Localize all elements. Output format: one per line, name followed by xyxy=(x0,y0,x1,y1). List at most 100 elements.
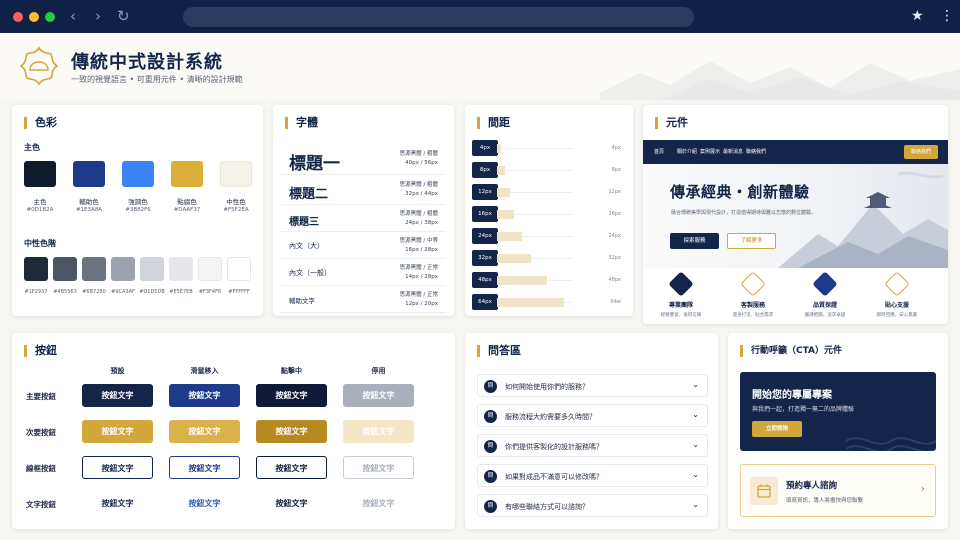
sample-button[interactable]: 按鈕文字 xyxy=(256,492,327,515)
typography-row: 內文（一般） 思源黑體 / 正常 14px / 28px xyxy=(281,259,446,286)
sample-button[interactable]: 按鈕文字 xyxy=(82,492,153,515)
mountain-decoration xyxy=(600,61,960,100)
faq-item[interactable]: 問如果對成品不滿意可以修改嗎？ ⌄ xyxy=(477,464,708,487)
faq-question: 你們提供客製化的設計服務嗎？ xyxy=(505,443,603,451)
back-arrow-icon[interactable]: ‹ xyxy=(70,8,76,24)
faq-item[interactable]: 問服務流程大約需要多久時間？ ⌄ xyxy=(477,404,708,427)
spacing-bar xyxy=(497,254,531,263)
typography-sample: 標題三 xyxy=(289,216,319,228)
sample-button[interactable]: 按鈕文字 xyxy=(82,384,153,407)
primary-colors-label: 主色 xyxy=(24,143,40,152)
sample-button[interactable]: 按鈕文字 xyxy=(169,420,240,443)
faq-question: 如果對成品不滿意可以修改嗎？ xyxy=(505,473,603,481)
close-window-dot[interactable] xyxy=(13,12,23,22)
cta-dark-title: 開始您的專屬專案 xyxy=(752,390,832,401)
bookmark-star-icon[interactable]: ★ xyxy=(911,8,924,24)
preview-nav-item[interactable]: 關於介紹 xyxy=(677,148,697,155)
preview-contact-button[interactable]: 聯絡我們 xyxy=(904,145,938,159)
feature-item: 貼心支援 即時回應，安心無憂 xyxy=(867,271,927,318)
minimize-window-dot[interactable] xyxy=(29,12,39,22)
booking-card[interactable]: 預約專人諮詢 填寫資訊，專人將盡快與您聯繫 › xyxy=(740,464,936,517)
spacing-value: 24px xyxy=(608,233,622,239)
typography-size: 12px / 20px xyxy=(405,300,438,307)
sample-button[interactable]: 按鈕文字 xyxy=(169,456,240,479)
feature-desc: 經驗豐富，值得信賴 xyxy=(660,313,702,318)
neutral-swatch xyxy=(198,257,222,281)
sample-button[interactable]: 按鈕文字 xyxy=(256,456,327,479)
cta-dark-card: 開始您的專屬專案 與我們一起，打造獨一無二的品牌體驗 立即諮詢 xyxy=(740,372,936,451)
faq-item[interactable]: 問如何開始使用你們的服務？ ⌄ xyxy=(477,374,708,397)
spacing-token: 12px xyxy=(472,184,498,200)
explore-services-button[interactable]: 探索服務 xyxy=(670,233,719,249)
feature-icon xyxy=(740,271,766,297)
typography-meta: 思源黑體 / 正常 14px / 28px xyxy=(400,264,438,282)
address-bar[interactable] xyxy=(183,7,694,27)
spacing-token: 16px xyxy=(472,206,498,222)
maximize-window-dot[interactable] xyxy=(45,12,55,22)
neutral-hex: #D1D5DB xyxy=(139,289,165,295)
typography-size: 40px / 56px xyxy=(405,159,438,166)
learn-more-button[interactable]: 了解更多 xyxy=(727,233,776,249)
sample-button[interactable]: 按鈕文字 xyxy=(82,456,153,479)
spacing-value: 8px xyxy=(611,167,621,173)
chevron-down-icon: ⌄ xyxy=(692,440,699,449)
forward-arrow-icon[interactable]: › xyxy=(95,8,101,24)
color-hex: #1E3A8A xyxy=(75,207,103,213)
sample-button[interactable]: 按鈕文字 xyxy=(169,492,240,515)
neutral-swatch xyxy=(24,257,48,281)
preview-nav-item[interactable]: 首頁 xyxy=(654,148,664,155)
preview-nav-item[interactable]: 案例展示 xyxy=(700,148,720,155)
components-panel: 元件 首頁 關於介紹 案例展示 最新消息 聯絡我們 聯絡我們 傳承經典・創新體驗 融合傳… xyxy=(643,105,948,324)
neutral-hex: #4B5563 xyxy=(53,289,77,295)
typography-meta: 思源黑體 / 粗體 40px / 56px xyxy=(400,150,438,168)
components-title: 元件 xyxy=(655,117,688,129)
typography-meta: 思源黑體 / 粗體 24px / 38px xyxy=(400,210,438,228)
spacing-value: 16px xyxy=(608,211,622,217)
sample-button[interactable]: 按鈕文字 xyxy=(256,384,327,407)
faq-panel: 問答區 問如何開始使用你們的服務？ ⌄ 問服務流程大約需要多久時間？ ⌄ 問你們提供客製… xyxy=(465,333,718,529)
cta-dark-subtitle: 與我們一起，打造獨一無二的品牌體驗 xyxy=(752,406,855,413)
button-state-header: 點擊中 xyxy=(281,367,302,375)
button-state-header: 停用 xyxy=(371,367,386,375)
faq-question: 如何開始使用你們的服務？ xyxy=(505,383,589,391)
chevron-down-icon: ⌄ xyxy=(692,380,699,389)
preview-nav-item[interactable]: 最新消息 xyxy=(723,148,743,155)
typography-font: 思源黑體 / 正常 xyxy=(399,291,438,298)
feature-item: 品質保證 嚴謹把關，追求卓越 xyxy=(795,271,855,318)
chevron-right-icon: › xyxy=(920,482,925,495)
color-hex: #F5F2EA xyxy=(223,207,249,213)
spacing-token: 8px xyxy=(472,162,498,178)
typography-sample: 標題二 xyxy=(289,186,329,202)
typography-row: 內文（大） 思源黑體 / 中等 16px / 28px xyxy=(281,232,446,259)
hero-text: 融合傳統美學與現代設計，打造值得期待與難以忘懷的數位體驗。 xyxy=(671,210,817,216)
spacing-track xyxy=(497,148,573,149)
neutral-hex: #E5E7EB xyxy=(169,289,193,295)
typography-font: 思源黑體 / 中等 xyxy=(399,237,438,244)
spacing-value: 12px xyxy=(608,189,622,195)
faq-item[interactable]: 問有哪些聯絡方式可以諮詢？ ⌄ xyxy=(477,494,708,517)
feature-icon xyxy=(884,271,910,297)
consult-now-button[interactable]: 立即諮詢 xyxy=(752,421,802,437)
color-name: 中性色 xyxy=(226,198,246,206)
typography-row: 標題一 思源黑體 / 粗體 40px / 56px xyxy=(281,142,446,175)
neutral-scale-label: 中性色階 xyxy=(24,239,56,248)
sample-button[interactable]: 按鈕文字 xyxy=(256,420,327,443)
feature-desc: 即時回應，安心無憂 xyxy=(876,313,918,318)
sample-button: 按鈕文字 xyxy=(343,456,414,479)
browser-toolbar: ‹ › ↻ ★ ⋮ xyxy=(0,0,960,33)
color-swatch xyxy=(220,161,252,187)
button-type-label: 文字按鈕 xyxy=(26,500,56,509)
color-name: 強調色 xyxy=(128,198,148,206)
sample-button: 按鈕文字 xyxy=(343,384,414,407)
spacing-bar xyxy=(497,232,523,241)
preview-nav-item[interactable]: 聯絡我們 xyxy=(746,148,766,155)
typography-sample: 內文（大） xyxy=(289,242,324,250)
sample-button[interactable]: 按鈕文字 xyxy=(169,384,240,407)
faq-item[interactable]: 問你們提供客製化的設計服務嗎？ ⌄ xyxy=(477,434,708,457)
browser-menu-icon[interactable]: ⋮ xyxy=(940,8,954,24)
neutral-hex: #F3F4F6 xyxy=(198,289,222,295)
booking-title: 預約專人諮詢 xyxy=(786,481,838,491)
reload-icon[interactable]: ↻ xyxy=(117,8,130,24)
sample-button[interactable]: 按鈕文字 xyxy=(82,420,153,443)
spacing-token: 24px xyxy=(472,228,498,244)
